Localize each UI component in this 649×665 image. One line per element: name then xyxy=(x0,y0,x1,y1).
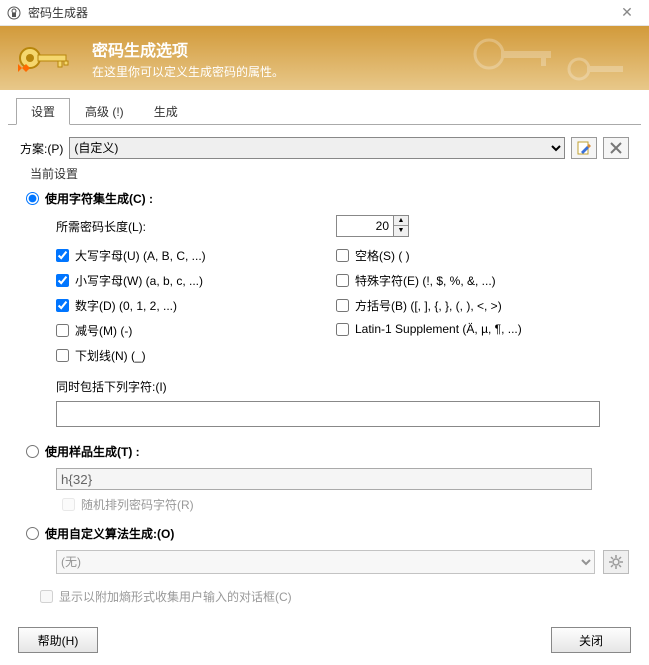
check-latin1[interactable] xyxy=(336,323,349,336)
length-spin-down[interactable]: ▼ xyxy=(394,226,408,236)
window-close-button[interactable]: ✕ xyxy=(611,4,643,21)
also-include-input[interactable] xyxy=(56,401,600,427)
scheme-edit-button[interactable] xyxy=(571,137,597,159)
check-digits[interactable] xyxy=(56,299,69,312)
check-minus[interactable] xyxy=(56,324,69,337)
scheme-label: 方案:(P) xyxy=(20,140,63,157)
app-icon xyxy=(6,5,22,21)
check-entropy-dialog-label: 显示以附加熵形式收集用户输入的对话框(C) xyxy=(59,588,292,605)
window-title: 密码生成器 xyxy=(28,4,611,21)
radio-charset-label: 使用字符集生成(C) : xyxy=(45,190,153,207)
check-lower-label: 小写字母(W) (a, b, c, ...) xyxy=(75,272,203,289)
check-upper[interactable] xyxy=(56,249,69,262)
check-brackets[interactable] xyxy=(336,299,349,312)
help-button[interactable]: 帮助(H) xyxy=(18,627,98,653)
close-button[interactable]: 关闭 xyxy=(551,627,631,653)
check-special[interactable] xyxy=(336,274,349,287)
check-digits-label: 数字(D) (0, 1, 2, ...) xyxy=(75,297,177,314)
check-underline-label: 下划线(N) (_) xyxy=(75,347,146,364)
banner-key-icon xyxy=(16,34,72,82)
also-include-label: 同时包括下列字符:(I) xyxy=(56,378,629,395)
radio-pattern[interactable] xyxy=(26,445,39,458)
current-settings-label: 当前设置 xyxy=(30,165,629,182)
check-minus-label: 减号(M) (-) xyxy=(75,322,132,339)
tab-generate[interactable]: 生成 xyxy=(139,98,193,125)
banner-subtitle: 在这里你可以定义生成密码的属性。 xyxy=(92,63,284,80)
algo-select: (无) xyxy=(56,550,595,574)
check-space[interactable] xyxy=(336,249,349,262)
radio-charset[interactable] xyxy=(26,192,39,205)
check-underline[interactable] xyxy=(56,349,69,362)
algo-settings-button xyxy=(603,550,629,574)
length-label: 所需密码长度(L): xyxy=(56,218,336,235)
tab-advanced[interactable]: 高级 (!) xyxy=(70,98,139,125)
tab-settings[interactable]: 设置 xyxy=(16,98,70,125)
length-input[interactable] xyxy=(337,216,393,236)
radio-algo[interactable] xyxy=(26,527,39,540)
check-lower[interactable] xyxy=(56,274,69,287)
banner-title: 密码生成选项 xyxy=(92,37,284,61)
check-permute-label: 随机排列密码字符(R) xyxy=(81,496,194,513)
check-upper-label: 大写字母(U) (A, B, C, ...) xyxy=(75,247,206,264)
length-spin-up[interactable]: ▲ xyxy=(394,216,408,226)
check-brackets-label: 方括号(B) ([, ], {, }, (, ), <, >) xyxy=(355,297,502,314)
check-space-label: 空格(S) ( ) xyxy=(355,247,410,264)
scheme-select[interactable]: (自定义) xyxy=(69,137,565,159)
radio-algo-label: 使用自定义算法生成:(O) xyxy=(45,525,174,542)
check-special-label: 特殊字符(E) (!, $, %, &, ...) xyxy=(355,272,496,289)
pattern-input xyxy=(56,468,592,490)
scheme-delete-button[interactable] xyxy=(603,137,629,159)
check-permute xyxy=(62,498,75,511)
banner-decor-icon xyxy=(469,34,629,87)
check-entropy-dialog xyxy=(40,590,53,603)
radio-pattern-label: 使用样品生成(T) : xyxy=(45,443,140,460)
check-latin1-label: Latin-1 Supplement (Ä, µ, ¶, ...) xyxy=(355,322,522,336)
